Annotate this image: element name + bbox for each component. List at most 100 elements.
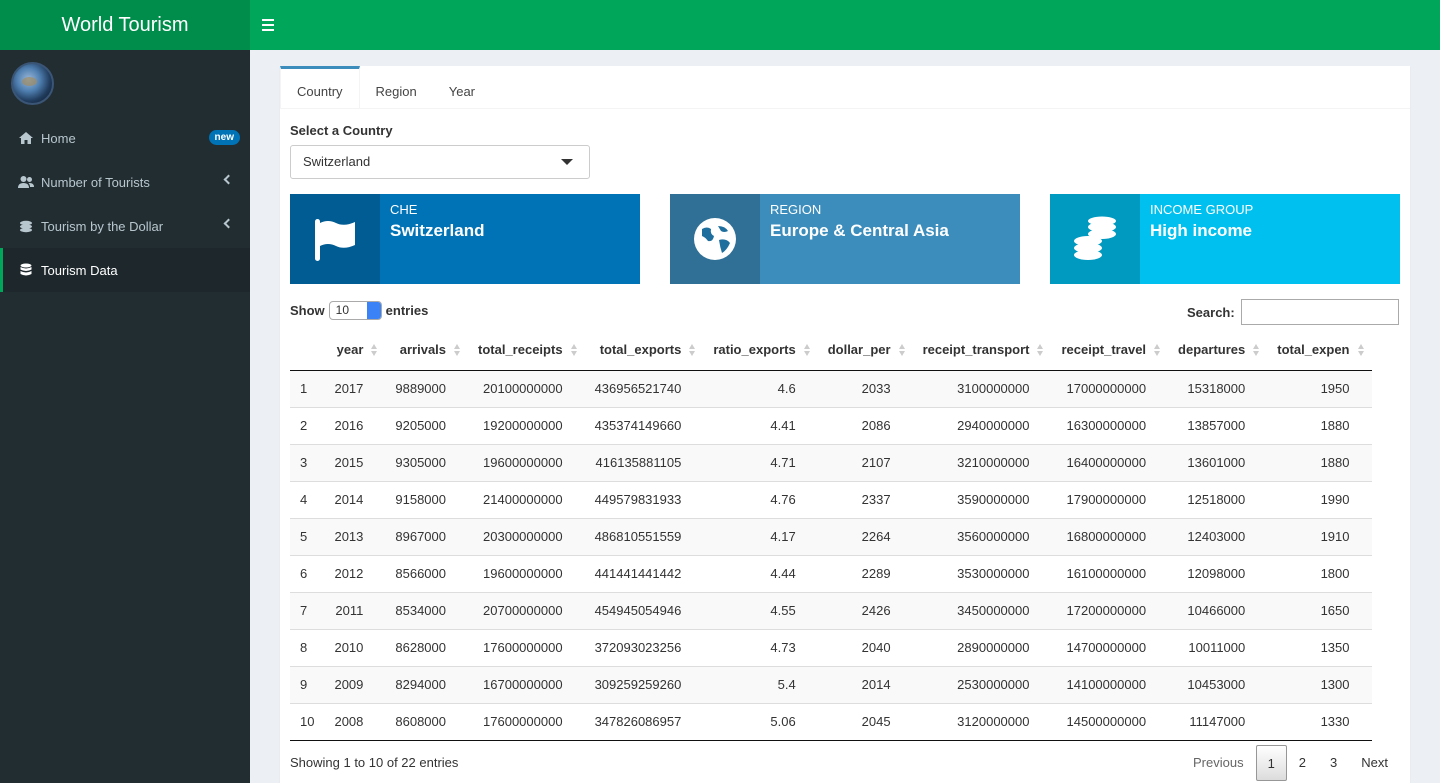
content-box: Country Region Year Select a Country Swi… xyxy=(280,66,1410,783)
column-header-ratio-exports[interactable]: ratio_exports xyxy=(703,330,818,371)
table-cell: 2017 xyxy=(334,381,364,396)
table-cell: 19600000000 xyxy=(468,443,585,481)
infobox-country-code: CHE Switzerland xyxy=(290,194,640,284)
table-row[interactable]: 1 2017 9889000 20100000000 436956521740 4.6 20… xyxy=(290,370,1372,407)
table-cell: 3530000000 xyxy=(912,554,1052,592)
page-length-select[interactable]: 10 xyxy=(328,301,382,320)
sidebar-item-label: Tourism by the Dollar xyxy=(41,218,164,234)
table-cell: 4.41 xyxy=(703,406,818,444)
table-cell: 20300000000 xyxy=(468,517,585,555)
sidebar-item-label: Number of Tourists xyxy=(41,174,150,190)
data-table: year arrivals total_receipts total_exports r… xyxy=(290,330,1372,741)
table-cell: 8628000 xyxy=(385,628,469,666)
table-cell: 13857000 xyxy=(1168,406,1268,444)
table-cell: 10466000 xyxy=(1168,591,1268,629)
column-header-label: dollar_per xyxy=(827,342,891,358)
table-cell: 19200000000 xyxy=(468,406,585,444)
column-header-dollar-per[interactable]: dollar_per xyxy=(817,330,913,371)
sidebar-item-number-of-tourists[interactable]: Number of Tourists xyxy=(0,160,250,204)
coins-icon xyxy=(1074,216,1116,260)
table-row[interactable]: 10 2008 8608000 17600000000 347826086957 5.06… xyxy=(290,702,1372,741)
table-cell: 4.44 xyxy=(703,554,818,592)
column-header-total-expen[interactable]: total_expen xyxy=(1267,330,1372,371)
stepper-icon xyxy=(366,302,381,319)
entries-label: entries xyxy=(385,303,429,318)
column-header-index xyxy=(290,330,325,371)
table-row[interactable]: 8 2010 8628000 17600000000 372093023256 4.73 2… xyxy=(290,628,1372,666)
table-cell: 5 xyxy=(290,517,325,555)
search-input[interactable] xyxy=(1240,299,1399,325)
table-cell: 3120000000 xyxy=(912,702,1052,741)
table-cell: 4.71 xyxy=(703,443,818,481)
table-cell: 5.4 xyxy=(703,665,818,703)
column-header-year[interactable]: year xyxy=(324,330,386,371)
table-cell: 1880 xyxy=(1267,406,1372,444)
table-cell: 3210000000 xyxy=(912,443,1052,481)
column-header-receipt-travel[interactable]: receipt_travel xyxy=(1051,330,1169,371)
table-row[interactable]: 4 2014 9158000 21400000000 449579831933 4.76 2… xyxy=(290,480,1372,518)
table-cell: 1910 xyxy=(1267,517,1372,555)
table-cell: 12518000 xyxy=(1168,480,1268,518)
table-cell: 1880 xyxy=(1267,443,1372,481)
tab-year[interactable]: Year xyxy=(433,66,491,108)
tab-bar: Country Region Year xyxy=(280,66,1410,109)
table-cell: 2016 xyxy=(324,406,386,444)
app-title: World Tourism xyxy=(61,13,189,36)
column-header-receipt-transport[interactable]: receipt_transport xyxy=(912,330,1052,371)
app-logo[interactable]: World Tourism xyxy=(0,0,250,50)
column-header-arrivals[interactable]: arrivals xyxy=(385,330,469,371)
table-cell: 5.06 xyxy=(703,702,818,741)
sort-icon xyxy=(803,344,811,356)
sidebar-item-tourism-data[interactable]: Tourism Data xyxy=(0,248,250,292)
tab-country[interactable]: Country xyxy=(280,66,360,108)
table-cell: 11147000 xyxy=(1168,702,1268,741)
sidebar-item-home[interactable]: Home new xyxy=(0,116,250,160)
table-cell: 435374149660 xyxy=(584,406,704,444)
sidebar: Home new Number of Tourists Tourism by t… xyxy=(0,50,250,783)
column-header-total-exports[interactable]: total_exports xyxy=(584,330,704,371)
table-cell: 4 xyxy=(290,480,325,518)
data-table-wrapper: year arrivals total_receipts total_exports r… xyxy=(290,330,1400,742)
table-cell: 2011 xyxy=(324,591,386,629)
table-cell: 2107 xyxy=(817,443,913,481)
infobox-value: Switzerland xyxy=(390,221,485,240)
tab-region[interactable]: Region xyxy=(360,66,433,108)
sidebar-item-tourism-by-the-dollar[interactable]: Tourism by the Dollar xyxy=(0,204,250,248)
table-cell: 21400000000 xyxy=(468,480,585,518)
table-cell: 2009 xyxy=(324,665,386,703)
sidebar-menu: Home new Number of Tourists Tourism by t… xyxy=(0,116,250,292)
sidebar-toggle-icon[interactable] xyxy=(262,15,278,35)
page-length-value: 10 xyxy=(335,303,350,317)
page-3-button[interactable]: 3 xyxy=(1318,745,1349,781)
infobox-region: REGION Europe & Central Asia xyxy=(670,194,1020,284)
table-cell: 2289 xyxy=(817,554,913,592)
table-cell: 3560000000 xyxy=(912,517,1052,555)
previous-page-button[interactable]: Previous xyxy=(1181,745,1256,781)
table-cell: 3590000000 xyxy=(912,480,1052,518)
column-header-total-receipts[interactable]: total_receipts xyxy=(468,330,585,371)
table-cell: 8566000 xyxy=(385,554,469,592)
table-row[interactable]: 9 2009 8294000 16700000000 309259259260 5.4 20… xyxy=(290,665,1372,703)
table-row[interactable]: 6 2012 8566000 19600000000 441441441442 4.44 2… xyxy=(290,554,1372,592)
page-1-button[interactable]: 1 xyxy=(1255,745,1287,781)
table-cell: 17600000000 xyxy=(468,628,585,666)
table-cell: 3100000000 xyxy=(957,381,1030,396)
table-row[interactable]: 3 2015 9305000 19600000000 416135881105 4.71 2… xyxy=(290,443,1372,481)
table-cell: 8534000 xyxy=(385,591,469,629)
table-row[interactable]: 2 2016 9205000 19200000000 435374149660 4.41 2… xyxy=(290,406,1372,444)
column-header-label: total_expen xyxy=(1277,342,1350,358)
table-row[interactable]: 7 2011 8534000 20700000000 454945054946 4.55 2… xyxy=(290,591,1372,629)
chevron-left-icon xyxy=(223,218,234,229)
table-cell: 4.73 xyxy=(703,628,818,666)
sidebar-item-label: Tourism Data xyxy=(41,262,118,278)
next-page-button[interactable]: Next xyxy=(1349,745,1400,781)
table-row[interactable]: 5 2013 8967000 20300000000 486810551559 4.17 2… xyxy=(290,517,1372,555)
show-label: Show xyxy=(290,303,325,318)
page-2-button[interactable]: 2 xyxy=(1287,745,1318,781)
sort-icon xyxy=(371,344,378,356)
table-cell: 1 xyxy=(300,381,308,396)
column-header-departures[interactable]: departures xyxy=(1168,330,1268,371)
country-select[interactable]: Switzerland xyxy=(290,145,590,179)
infobox-value: Europe & Central Asia xyxy=(770,221,949,240)
table-cell: 9 xyxy=(290,665,325,703)
